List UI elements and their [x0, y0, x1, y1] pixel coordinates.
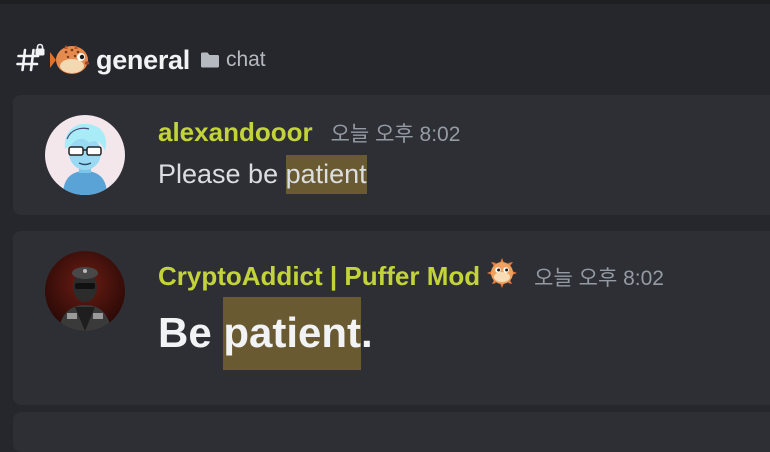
pufferfish-emoji-icon [50, 45, 90, 74]
search-highlight: patient [285, 155, 367, 194]
folder-icon [200, 52, 219, 68]
search-highlight: patient [223, 297, 362, 370]
message-text-prefix: Be [158, 309, 224, 356]
anime-avatar-icon[interactable] [45, 115, 125, 195]
timestamp: 오늘 오후 8:02 [330, 123, 461, 146]
timestamp: 오늘 오후 8:02 [534, 267, 664, 290]
message-header: CryptoAddict | Puffer Mod 오늘 오후 8:02 [158, 253, 664, 292]
message-text: Please be patient [158, 155, 367, 194]
message-header: alexandooor 오늘 오후 8:02 [158, 117, 460, 148]
lock-icon [35, 43, 45, 56]
username[interactable]: alexandooor [158, 117, 313, 148]
message-text-suffix: . [361, 309, 373, 356]
hashtag-locked-icon[interactable] [14, 43, 45, 75]
pufferfish-role-icon[interactable] [486, 257, 518, 289]
message-card[interactable]: alexandooor 오늘 오후 8:02 Please be patient [13, 95, 770, 215]
username[interactable]: CryptoAddict | Puffer Mod [158, 261, 480, 292]
masked-figure-avatar-icon[interactable] [45, 251, 125, 331]
category-name[interactable]: chat [226, 48, 266, 72]
message-card[interactable]: CryptoAddict | Puffer Mod 오늘 오후 8:02 Be … [13, 231, 770, 405]
top-border [0, 0, 770, 4]
channel-name[interactable]: general [96, 45, 190, 76]
message-text-prefix: Please be [158, 159, 286, 189]
channel-header: general chat [14, 38, 266, 82]
message-card-partial[interactable] [13, 412, 770, 452]
message-text: Be patient. [158, 297, 373, 370]
